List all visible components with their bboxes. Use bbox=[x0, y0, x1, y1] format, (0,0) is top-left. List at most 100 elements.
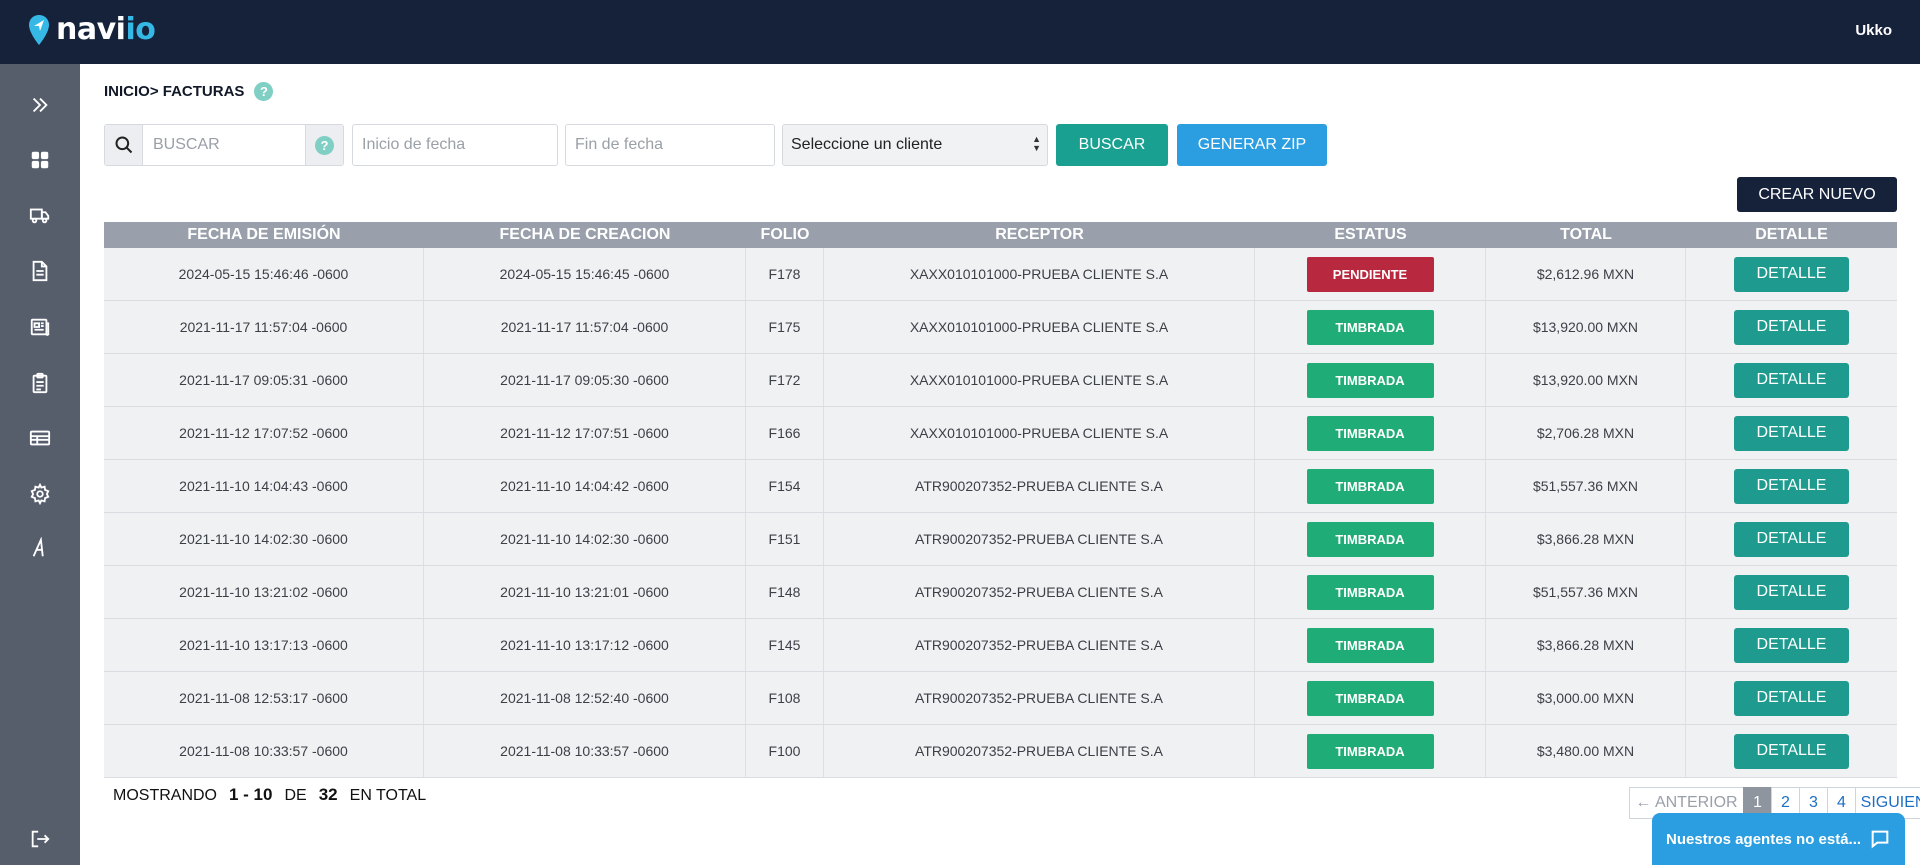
cell-estatus: TIMBRADA bbox=[1255, 513, 1486, 565]
table-row: 2024-05-15 15:46:46 -0600 2024-05-15 15:4… bbox=[104, 248, 1897, 301]
cell-detalle: DETALLE bbox=[1686, 672, 1897, 724]
cell-total: $51,557.36 MXN bbox=[1486, 566, 1686, 618]
gear-icon[interactable] bbox=[26, 480, 54, 508]
search-input[interactable] bbox=[143, 125, 305, 165]
breadcrumb: INICIO> FACTURAS ? bbox=[104, 82, 274, 101]
cell-creacion: 2021-11-17 09:05:30 -0600 bbox=[424, 354, 746, 406]
table-body: 2024-05-15 15:46:46 -0600 2024-05-15 15:4… bbox=[104, 248, 1897, 778]
top-bar: naviio Ukko bbox=[0, 0, 1920, 64]
cell-creacion: 2021-11-10 13:21:01 -0600 bbox=[424, 566, 746, 618]
cell-folio: F154 bbox=[746, 460, 824, 512]
status-badge: TIMBRADA bbox=[1306, 309, 1434, 345]
cell-emision: 2021-11-08 10:33:57 -0600 bbox=[104, 725, 424, 777]
font-icon[interactable] bbox=[26, 534, 54, 562]
cell-folio: F175 bbox=[746, 301, 824, 353]
chat-label: Nuestros agentes no está... bbox=[1666, 830, 1862, 848]
cell-total: $3,866.28 MXN bbox=[1486, 619, 1686, 671]
cell-total: $3,000.00 MXN bbox=[1486, 672, 1686, 724]
cell-total: $51,557.36 MXN bbox=[1486, 460, 1686, 512]
search-box: ? bbox=[104, 124, 344, 166]
cell-receptor: XAXX010101000-PRUEBA CLIENTE S.A bbox=[824, 248, 1255, 300]
cell-receptor: ATR900207352-PRUEBA CLIENTE S.A bbox=[824, 460, 1255, 512]
status-badge: TIMBRADA bbox=[1306, 574, 1434, 610]
status-badge: PENDIENTE bbox=[1306, 256, 1434, 292]
chat-widget[interactable]: Nuestros agentes no está... bbox=[1652, 813, 1905, 865]
expand-icon[interactable] bbox=[26, 91, 54, 119]
cell-total: $2,612.96 MXN bbox=[1486, 248, 1686, 300]
cell-receptor: ATR900207352-PRUEBA CLIENTE S.A bbox=[824, 672, 1255, 724]
search-help-button[interactable]: ? bbox=[305, 125, 343, 165]
cell-estatus: TIMBRADA bbox=[1255, 407, 1486, 459]
cell-detalle: DETALLE bbox=[1686, 460, 1897, 512]
search-icon[interactable] bbox=[105, 125, 143, 165]
detail-button[interactable]: DETALLE bbox=[1734, 574, 1849, 610]
table-row: 2021-11-17 11:57:04 -0600 2021-11-17 11:5… bbox=[104, 301, 1897, 354]
header-estatus[interactable]: ESTATUS bbox=[1255, 222, 1486, 248]
location-pin-icon bbox=[29, 15, 49, 45]
cell-folio: F145 bbox=[746, 619, 824, 671]
detail-button[interactable]: DETALLE bbox=[1734, 627, 1849, 663]
generate-zip-button[interactable]: GENERAR ZIP bbox=[1177, 124, 1327, 166]
start-date-input[interactable] bbox=[352, 124, 558, 166]
cell-detalle: DETALLE bbox=[1686, 407, 1897, 459]
cell-total: $3,866.28 MXN bbox=[1486, 513, 1686, 565]
cell-receptor: XAXX010101000-PRUEBA CLIENTE S.A bbox=[824, 301, 1255, 353]
cell-estatus: TIMBRADA bbox=[1255, 354, 1486, 406]
main-content: INICIO> FACTURAS ? ? Seleccione un clien… bbox=[80, 64, 1920, 865]
detail-button[interactable]: DETALLE bbox=[1734, 680, 1849, 716]
create-new-button[interactable]: CREAR NUEVO bbox=[1737, 177, 1897, 212]
newspaper-icon[interactable] bbox=[26, 313, 54, 341]
clipboard-icon[interactable] bbox=[26, 369, 54, 397]
cell-creacion: 2021-11-08 12:52:40 -0600 bbox=[424, 672, 746, 724]
table-row: 2021-11-12 17:07:52 -0600 2021-11-12 17:0… bbox=[104, 407, 1897, 460]
truck-icon[interactable] bbox=[26, 201, 54, 229]
cell-total: $2,706.28 MXN bbox=[1486, 407, 1686, 459]
cell-detalle: DETALLE bbox=[1686, 354, 1897, 406]
cell-creacion: 2021-11-10 13:17:12 -0600 bbox=[424, 619, 746, 671]
detail-button[interactable]: DETALLE bbox=[1734, 733, 1849, 769]
cell-folio: F100 bbox=[746, 725, 824, 777]
status-badge: TIMBRADA bbox=[1306, 362, 1434, 398]
detail-button[interactable]: DETALLE bbox=[1734, 256, 1849, 292]
detail-button[interactable]: DETALLE bbox=[1734, 309, 1849, 345]
results-summary: MOSTRANDO 1 - 10 DE 32 EN TOTAL bbox=[113, 785, 426, 805]
header-detalle: DETALLE bbox=[1755, 226, 1828, 243]
client-select[interactable]: Seleccione un cliente ▲ ▼ bbox=[782, 124, 1048, 166]
cell-emision: 2021-11-17 11:57:04 -0600 bbox=[104, 301, 424, 353]
cell-total: $13,920.00 MXN bbox=[1486, 354, 1686, 406]
invoices-table: FECHA DE EMISIÓN FECHA DE CREACION FOLIO… bbox=[104, 222, 1897, 778]
logo[interactable]: naviio bbox=[28, 12, 156, 47]
document-icon[interactable] bbox=[26, 257, 54, 285]
cell-folio: F108 bbox=[746, 672, 824, 724]
detail-button[interactable]: DETALLE bbox=[1734, 362, 1849, 398]
cell-detalle: DETALLE bbox=[1686, 301, 1897, 353]
header-total[interactable]: TOTAL bbox=[1486, 222, 1686, 248]
detail-button[interactable]: DETALLE bbox=[1734, 521, 1849, 557]
cell-detalle: DETALLE bbox=[1686, 248, 1897, 300]
logo-text: naviio bbox=[56, 12, 156, 47]
search-button[interactable]: BUSCAR bbox=[1056, 124, 1168, 166]
detail-button[interactable]: DETALLE bbox=[1734, 468, 1849, 504]
chat-bubble-icon bbox=[1871, 830, 1889, 849]
table-header: FECHA DE EMISIÓN FECHA DE CREACION FOLIO… bbox=[104, 222, 1897, 248]
summary-range: 1 - 10 bbox=[229, 785, 273, 804]
table-row: 2021-11-10 13:17:13 -0600 2021-11-10 13:1… bbox=[104, 619, 1897, 672]
cell-emision: 2021-11-10 14:04:43 -0600 bbox=[104, 460, 424, 512]
table-icon[interactable] bbox=[26, 424, 54, 452]
dashboard-icon[interactable] bbox=[26, 146, 54, 174]
end-date-input[interactable] bbox=[565, 124, 775, 166]
cell-receptor: ATR900207352-PRUEBA CLIENTE S.A bbox=[824, 566, 1255, 618]
help-icon[interactable]: ? bbox=[254, 82, 274, 101]
cell-detalle: DETALLE bbox=[1686, 619, 1897, 671]
cell-estatus: TIMBRADA bbox=[1255, 725, 1486, 777]
user-name[interactable]: Ukko bbox=[1855, 22, 1892, 39]
detail-button[interactable]: DETALLE bbox=[1734, 415, 1849, 451]
header-creacion[interactable]: FECHA DE CREACION bbox=[424, 222, 746, 248]
cell-folio: F178 bbox=[746, 248, 824, 300]
header-folio[interactable]: FOLIO bbox=[746, 222, 824, 248]
header-receptor[interactable]: RECEPTOR bbox=[824, 222, 1255, 248]
cell-receptor: XAXX010101000-PRUEBA CLIENTE S.A bbox=[824, 354, 1255, 406]
header-emision[interactable]: FECHA DE EMISIÓN bbox=[104, 222, 424, 248]
logout-icon[interactable] bbox=[26, 825, 54, 853]
cell-emision: 2021-11-10 13:17:13 -0600 bbox=[104, 619, 424, 671]
